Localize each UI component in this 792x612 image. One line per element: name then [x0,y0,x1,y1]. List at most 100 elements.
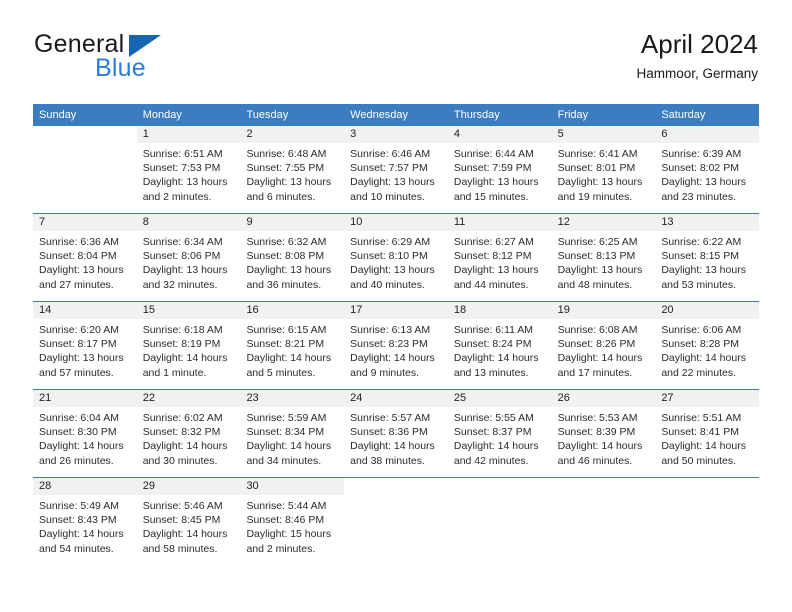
calendar-day-cell-empty [655,478,760,565]
daylight-text: Daylight: 14 hours and 50 minutes. [661,440,746,467]
calendar-day-cell[interactable]: 29 Sunrise: 5:46 AM Sunset: 8:45 PM Dayligh… [136,478,241,565]
day-details: Sunrise: 6:27 AM Sunset: 8:12 PM Daylight:… [448,231,552,292]
sunrise-text: Sunrise: 6:41 AM [557,148,638,160]
sunset-text: Sunset: 8:43 PM [39,514,117,527]
calendar-day-cell[interactable]: 3 Sunrise: 6:46 AM Sunset: 7:57 PM Daylight… [344,126,448,213]
sunrise-text: Sunrise: 6:02 AM [142,412,223,424]
daylight-text: Daylight: 14 hours and 30 minutes. [142,440,228,467]
sunrise-text: Sunrise: 6:32 AM [246,236,327,248]
calendar-day-cell[interactable]: 22 Sunrise: 6:02 AM Sunset: 8:32 PM Dayligh… [136,390,241,477]
calendar-day-cell[interactable]: 6 Sunrise: 6:39 AM Sunset: 8:02 PM Daylight… [655,126,760,213]
calendar-grid: Sunday Monday Tuesday Wednesday Thursday… [33,104,760,565]
calendar-day-cell[interactable]: 21 Sunrise: 6:04 AM Sunset: 8:30 PM Dayligh… [33,390,137,477]
calendar-day-cell[interactable]: 12 Sunrise: 6:25 AM Sunset: 8:13 PM Dayligh… [551,214,656,301]
sunset-text: Sunset: 8:23 PM [350,338,428,351]
day-number: 24 [344,390,448,407]
sunrise-text: Sunrise: 6:11 AM [453,324,534,336]
calendar-day-cell[interactable]: 23 Sunrise: 5:59 AM Sunset: 8:34 PM Dayligh… [240,390,345,477]
day-number: 26 [551,390,656,407]
calendar-week-row: 1 Sunrise: 6:51 AM Sunset: 7:53 PM Daylight… [33,126,760,213]
calendar-day-cell[interactable]: 15 Sunrise: 6:18 AM Sunset: 8:19 PM Dayligh… [136,302,241,389]
calendar-day-cell[interactable]: 26 Sunrise: 5:53 AM Sunset: 8:39 PM Dayligh… [551,390,656,477]
day-details: Sunrise: 6:02 AM Sunset: 8:32 PM Daylight:… [137,407,241,468]
sunrise-text: Sunrise: 6:25 AM [557,236,638,248]
calendar-day-cell-empty [344,478,448,565]
sunset-text: Sunset: 8:01 PM [557,162,636,175]
calendar-page: General Blue April 2024 Hammoor, Germany… [0,0,792,612]
day-details: Sunrise: 6:18 AM Sunset: 8:19 PM Daylight:… [137,319,241,380]
weekday-header-saturday: Saturday [661,109,706,121]
logo-text-blue: Blue [95,54,146,82]
calendar-day-cell[interactable]: 2 Sunrise: 6:48 AM Sunset: 7:55 PM Daylight… [240,126,345,213]
daylight-text: Daylight: 14 hours and 58 minutes. [142,528,228,555]
day-number: 14 [33,302,137,319]
daylight-text: Daylight: 13 hours and 40 minutes. [350,264,435,291]
calendar-day-cell[interactable]: 11 Sunrise: 6:27 AM Sunset: 8:12 PM Dayligh… [447,214,552,301]
calendar-day-cell[interactable]: 7 Sunrise: 6:36 AM Sunset: 8:04 PM Daylight… [33,214,137,301]
calendar-day-cell[interactable]: 30 Sunrise: 5:44 AM Sunset: 8:46 PM Dayligh… [240,478,345,565]
day-details: Sunrise: 5:59 AM Sunset: 8:34 PM Daylight:… [240,407,344,468]
page-title: April 2024 [640,29,758,59]
calendar-day-cell[interactable]: 10 Sunrise: 6:29 AM Sunset: 8:10 PM Dayligh… [344,214,448,301]
day-details: Sunrise: 6:48 AM Sunset: 7:55 PM Daylight:… [240,143,344,204]
day-number: 17 [344,302,448,319]
day-number: 23 [240,390,345,407]
day-number: 10 [344,214,448,231]
calendar-day-cell[interactable]: 8 Sunrise: 6:34 AM Sunset: 8:06 PM Daylight… [136,214,241,301]
daylight-text: Daylight: 13 hours and 48 minutes. [557,264,643,291]
daylight-text: Daylight: 13 hours and 36 minutes. [246,264,332,291]
day-number: 25 [447,390,552,407]
calendar-day-cell[interactable]: 17 Sunrise: 6:13 AM Sunset: 8:23 PM Dayligh… [344,302,448,389]
sunset-text: Sunset: 8:19 PM [142,338,221,351]
day-number: 15 [136,302,241,319]
page-header: General Blue April 2024 Hammoor, Germany [34,28,758,96]
day-details: Sunrise: 6:32 AM Sunset: 8:08 PM Daylight:… [240,231,344,292]
sunset-text: Sunset: 8:37 PM [453,426,532,439]
calendar-day-cell[interactable]: 25 Sunrise: 5:55 AM Sunset: 8:37 PM Dayligh… [447,390,552,477]
calendar-day-cell[interactable]: 13 Sunrise: 6:22 AM Sunset: 8:15 PM Dayligh… [655,214,760,301]
day-number: 7 [33,214,137,231]
sunset-text: Sunset: 8:06 PM [142,250,221,263]
day-number: 18 [447,302,552,319]
page-subtitle: Hammoor, Germany [636,66,758,81]
calendar-day-cell[interactable]: 16 Sunrise: 6:15 AM Sunset: 8:21 PM Dayligh… [240,302,345,389]
daylight-text: Daylight: 14 hours and 9 minutes. [350,352,435,379]
daylight-text: Daylight: 13 hours and 57 minutes. [39,352,124,379]
calendar-day-cell[interactable]: 19 Sunrise: 6:08 AM Sunset: 8:26 PM Dayligh… [551,302,656,389]
calendar-day-cell[interactable]: 24 Sunrise: 5:57 AM Sunset: 8:36 PM Dayligh… [344,390,448,477]
daylight-text: Daylight: 13 hours and 44 minutes. [453,264,539,291]
calendar-day-cell[interactable]: 1 Sunrise: 6:51 AM Sunset: 7:53 PM Daylight… [136,126,241,213]
calendar-day-cell[interactable]: 20 Sunrise: 6:06 AM Sunset: 8:28 PM Dayligh… [655,302,760,389]
sunset-text: Sunset: 8:04 PM [39,250,117,263]
sunrise-text: Sunrise: 6:18 AM [142,324,223,336]
weekday-header-wednesday: Wednesday [350,109,409,121]
day-details: Sunrise: 6:46 AM Sunset: 7:57 PM Daylight:… [344,143,448,204]
calendar-day-cell[interactable]: 9 Sunrise: 6:32 AM Sunset: 8:08 PM Daylight… [240,214,345,301]
day-details: Sunrise: 6:20 AM Sunset: 8:17 PM Daylight:… [33,319,137,380]
sunrise-text: Sunrise: 6:48 AM [246,148,327,160]
sunset-text: Sunset: 8:15 PM [661,250,739,263]
day-details: Sunrise: 6:11 AM Sunset: 8:24 PM Daylight:… [448,319,552,380]
calendar-day-cell[interactable]: 28 Sunrise: 5:49 AM Sunset: 8:43 PM Dayligh… [33,478,137,565]
daylight-text: Daylight: 13 hours and 27 minutes. [39,264,124,291]
calendar-day-cell[interactable]: 18 Sunrise: 6:11 AM Sunset: 8:24 PM Dayligh… [447,302,552,389]
daylight-text: Daylight: 13 hours and 32 minutes. [142,264,228,291]
day-number: 12 [551,214,656,231]
daylight-text: Daylight: 13 hours and 6 minutes. [246,176,332,203]
calendar-day-cell[interactable]: 27 Sunrise: 5:51 AM Sunset: 8:41 PM Dayligh… [655,390,760,477]
day-details: Sunrise: 6:44 AM Sunset: 7:59 PM Daylight:… [448,143,552,204]
calendar-day-cell[interactable]: 14 Sunrise: 6:20 AM Sunset: 8:17 PM Dayligh… [33,302,137,389]
calendar-day-cell[interactable]: 4 Sunrise: 6:44 AM Sunset: 7:59 PM Daylight… [447,126,552,213]
general-blue-logo[interactable]: General Blue [34,30,274,92]
day-number: 30 [240,478,345,495]
calendar-week-row: 7 Sunrise: 6:36 AM Sunset: 8:04 PM Daylight… [33,213,760,301]
day-number: 13 [655,214,760,231]
sunset-text: Sunset: 8:12 PM [453,250,532,263]
sunrise-text: Sunrise: 6:27 AM [453,236,534,248]
calendar-day-cell[interactable]: 5 Sunrise: 6:41 AM Sunset: 8:01 PM Daylight… [551,126,656,213]
sunset-text: Sunset: 8:10 PM [350,250,428,263]
weekday-header-thursday: Thursday [453,109,500,121]
daylight-text: Daylight: 13 hours and 23 minutes. [661,176,746,203]
sunset-text: Sunset: 8:21 PM [246,338,325,351]
daylight-text: Daylight: 14 hours and 5 minutes. [246,352,332,379]
